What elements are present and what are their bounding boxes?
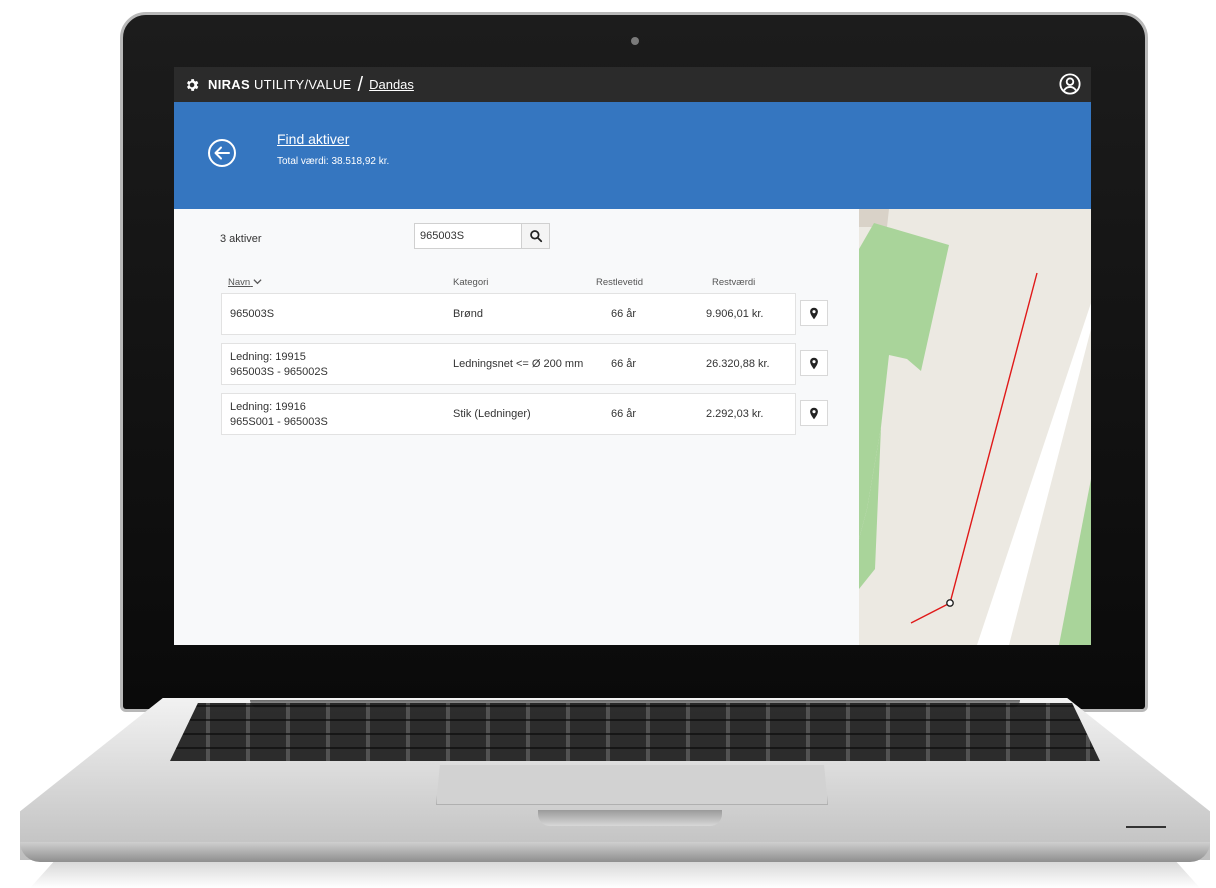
row-value: 26.320,88 kr. xyxy=(706,358,770,370)
map-pin-icon xyxy=(810,407,818,419)
map-pin-icon xyxy=(810,307,818,319)
laptop-base-edge xyxy=(20,842,1210,862)
row-subname: 965003S - 965002S xyxy=(230,366,328,378)
column-header-name-label: Navn xyxy=(228,277,251,288)
breadcrumb-separator: / xyxy=(357,73,364,96)
total-value: Total værdi: 38.518,92 kr. xyxy=(277,156,390,167)
row-lifetime: 66 år xyxy=(611,408,637,420)
map-canvas xyxy=(859,209,1091,645)
column-header-value[interactable]: Restværdi xyxy=(712,277,755,288)
user-circle-icon[interactable] xyxy=(1059,73,1081,95)
row-lifetime: 66 år xyxy=(611,358,637,370)
column-header-lifetime[interactable]: Restlevetid xyxy=(596,277,643,288)
breadcrumb-dandas[interactable]: Dandas xyxy=(369,77,414,92)
row-category: Ledningsnet <= Ø 200 mm xyxy=(453,358,584,370)
keyboard xyxy=(170,703,1100,761)
search-icon xyxy=(529,230,542,243)
search-box xyxy=(414,223,550,249)
map-view[interactable] xyxy=(859,209,1091,645)
gear-icon xyxy=(187,78,199,91)
page-header: Find aktiver Total værdi: 38.518,92 kr. xyxy=(174,102,1091,209)
map-pin-icon xyxy=(810,357,818,369)
arrow-left-circle-icon[interactable] xyxy=(206,137,238,169)
product-name: UTILITY/VALUE xyxy=(253,77,352,92)
column-header-name[interactable]: Navn xyxy=(228,277,262,288)
row-value: 9.906,01 kr. xyxy=(706,308,764,320)
top-bar: NIRAS UTILITY/VALUE / Dandas xyxy=(174,67,1091,102)
show-on-map-button[interactable] xyxy=(800,350,828,376)
row-name: 965003S xyxy=(230,308,275,320)
row-category: Stik (Ledninger) xyxy=(453,408,531,420)
row-lifetime: 66 år xyxy=(611,308,637,320)
table-row[interactable]: 965003S Brønd 66 år 9.906,01 kr. xyxy=(221,293,796,335)
table-row[interactable]: Ledning: 19915 965003S - 965002S Ledning… xyxy=(221,343,796,385)
row-category: Brønd xyxy=(453,308,483,320)
show-on-map-button[interactable] xyxy=(800,400,828,426)
results-panel: 3 aktiver Navn Kategori Restlevetid Rest… xyxy=(174,209,859,645)
result-count: 3 aktiver xyxy=(220,233,262,245)
column-header-category[interactable]: Kategori xyxy=(453,277,488,288)
search-button[interactable] xyxy=(521,224,549,248)
brand-name: NIRAS xyxy=(208,77,250,92)
trackpad xyxy=(436,765,828,805)
laptop-side-port xyxy=(1126,826,1166,828)
row-value: 2.292,03 kr. xyxy=(706,408,764,420)
search-input[interactable] xyxy=(415,224,521,248)
laptop-front-notch xyxy=(538,810,722,826)
row-subname: 965S001 - 965003S xyxy=(230,416,328,428)
row-name: Ledning: 19916 xyxy=(230,401,306,413)
page-title[interactable]: Find aktiver xyxy=(277,131,349,147)
table-row[interactable]: Ledning: 19916 965S001 - 965003S Stik (L… xyxy=(221,393,796,435)
chevron-down-icon xyxy=(253,279,262,285)
app-screen: NIRAS UTILITY/VALUE / Dandas Find aktive… xyxy=(174,67,1091,645)
laptop-shadow xyxy=(30,862,1200,888)
row-name: Ledning: 19915 xyxy=(230,351,306,363)
webcam xyxy=(631,37,639,45)
show-on-map-button[interactable] xyxy=(800,300,828,326)
